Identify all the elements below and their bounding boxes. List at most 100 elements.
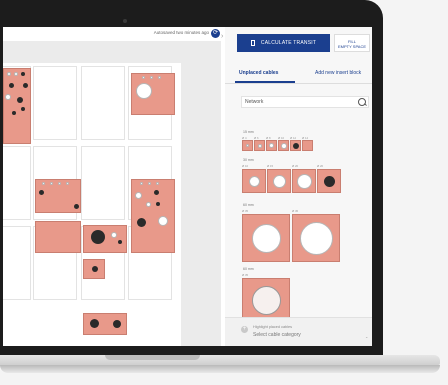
- highlight-label: Highlight placed cables: [253, 325, 293, 329]
- cable-hole: [9, 83, 14, 88]
- layout-canvas[interactable]: Autosaved two minutes ago ⟳: [3, 27, 221, 346]
- section-label: 60 mm: [243, 267, 254, 271]
- frame-cell[interactable]: [3, 146, 31, 220]
- cable-hole: [249, 176, 260, 187]
- cable-hole: [42, 182, 45, 185]
- cable-item[interactable]: [266, 140, 277, 151]
- cable-item[interactable]: [242, 140, 253, 151]
- active-tab-indicator: [235, 81, 295, 83]
- cable-hole: [324, 176, 335, 187]
- cable-hole: [50, 182, 53, 185]
- insert-block[interactable]: [83, 259, 105, 279]
- cable-size-label: Ø 10: [242, 164, 249, 168]
- cable-hole: [300, 222, 333, 255]
- cable-item[interactable]: [267, 169, 291, 193]
- section-label: 60 mm: [243, 203, 254, 207]
- cable-hole: [74, 204, 79, 209]
- insert-block[interactable]: [35, 221, 81, 253]
- camera-icon: [123, 19, 127, 23]
- cable-size-label: Ø 20: [292, 164, 299, 168]
- cable-hole: [136, 83, 152, 99]
- cable-hole: [158, 76, 161, 79]
- frame-cell[interactable]: [81, 66, 125, 140]
- cable-size-label: Ø 20: [317, 164, 324, 168]
- cable-hole: [58, 182, 61, 185]
- sync-icon[interactable]: ⟳: [211, 29, 220, 38]
- insert-block[interactable]: [131, 179, 175, 253]
- cable-item[interactable]: [290, 140, 301, 151]
- laptop-frame: Autosaved two minutes ago ⟳ › CALCULATE …: [0, 0, 448, 385]
- cable-hole: [293, 143, 299, 149]
- cable-hole: [246, 144, 249, 147]
- cable-item[interactable]: [242, 214, 290, 262]
- cable-hole: [12, 111, 16, 115]
- cable-size-label: Ø 35: [242, 209, 249, 213]
- screen-bezel: Autosaved two minutes ago ⟳ › CALCULATE …: [0, 0, 383, 360]
- cable-hole: [142, 76, 145, 79]
- cable-hole: [146, 202, 151, 207]
- cable-size-label: Ø 45: [292, 209, 299, 213]
- fill-empty-space-button[interactable]: FILL EMPTY SPACE: [334, 34, 370, 52]
- frame-cell[interactable]: [33, 66, 77, 140]
- panel-footer: + Highlight placed cables Select cable c…: [225, 317, 372, 346]
- side-panel: CALCULATE TRANSIT FILL EMPTY SPACE Unpla…: [225, 27, 372, 346]
- cable-hole: [252, 286, 281, 315]
- cable-hole: [5, 94, 11, 100]
- cable-item[interactable]: [292, 214, 340, 262]
- frame-cell[interactable]: [81, 146, 125, 220]
- cable-hole: [17, 97, 23, 103]
- cable-hole: [21, 72, 25, 76]
- frame-cell[interactable]: [3, 226, 31, 300]
- cable-hole: [66, 182, 69, 185]
- cable-hole: [273, 175, 286, 188]
- cable-hole: [91, 230, 105, 244]
- cable-hole: [118, 240, 122, 244]
- cable-hole: [90, 319, 99, 328]
- tab-add-insert-block[interactable]: Add new insert block: [315, 70, 361, 76]
- cable-hole: [156, 182, 159, 185]
- add-icon[interactable]: +: [241, 326, 248, 333]
- calculate-label: CALCULATE TRANSIT: [260, 40, 317, 46]
- cable-hole: [258, 144, 262, 148]
- cable-hole: [281, 143, 287, 149]
- base-shadow: [0, 365, 440, 373]
- cable-hole: [135, 192, 142, 199]
- cable-item[interactable]: [242, 169, 266, 193]
- base-top: [0, 355, 440, 365]
- cable-hole: [156, 202, 160, 206]
- cable-item[interactable]: [242, 278, 290, 318]
- cable-hole: [154, 190, 159, 195]
- cable-hole: [39, 190, 44, 195]
- search-icon[interactable]: [358, 98, 366, 106]
- insert-block[interactable]: [131, 73, 175, 115]
- insert-block[interactable]: [83, 225, 127, 253]
- cable-size-label: Ø 35: [242, 273, 249, 277]
- cable-category-select[interactable]: Select cable category: [253, 332, 301, 338]
- search-value: Network: [245, 99, 264, 105]
- cable-hole: [7, 72, 11, 76]
- insert-block[interactable]: [83, 313, 127, 335]
- search-input[interactable]: Network: [241, 96, 369, 108]
- cable-hole: [92, 266, 98, 272]
- calculate-transit-button[interactable]: CALCULATE TRANSIT: [237, 34, 330, 52]
- cable-item[interactable]: [302, 140, 313, 151]
- cable-hole: [297, 174, 312, 189]
- cable-item[interactable]: [292, 169, 316, 193]
- cable-item[interactable]: [254, 140, 265, 151]
- autosave-status: Autosaved two minutes ago: [153, 30, 209, 35]
- cable-hole: [158, 216, 168, 226]
- cable-hole: [140, 182, 143, 185]
- app-screen: Autosaved two minutes ago ⟳ › CALCULATE …: [3, 27, 372, 346]
- cable-item[interactable]: [278, 140, 289, 151]
- insert-block[interactable]: [35, 179, 81, 213]
- calculator-icon: [250, 39, 255, 46]
- insert-block[interactable]: [3, 68, 31, 144]
- tab-unplaced-cables[interactable]: Unplaced cables: [239, 70, 278, 76]
- cable-hole: [150, 76, 153, 79]
- cable-hole: [269, 143, 274, 148]
- chevron-down-icon[interactable]: ⌄: [365, 334, 368, 339]
- cable-hole: [23, 83, 28, 88]
- cable-hole: [14, 72, 18, 76]
- cable-item[interactable]: [317, 169, 341, 193]
- panel-tabs: Unplaced cables Add new insert block: [225, 67, 372, 84]
